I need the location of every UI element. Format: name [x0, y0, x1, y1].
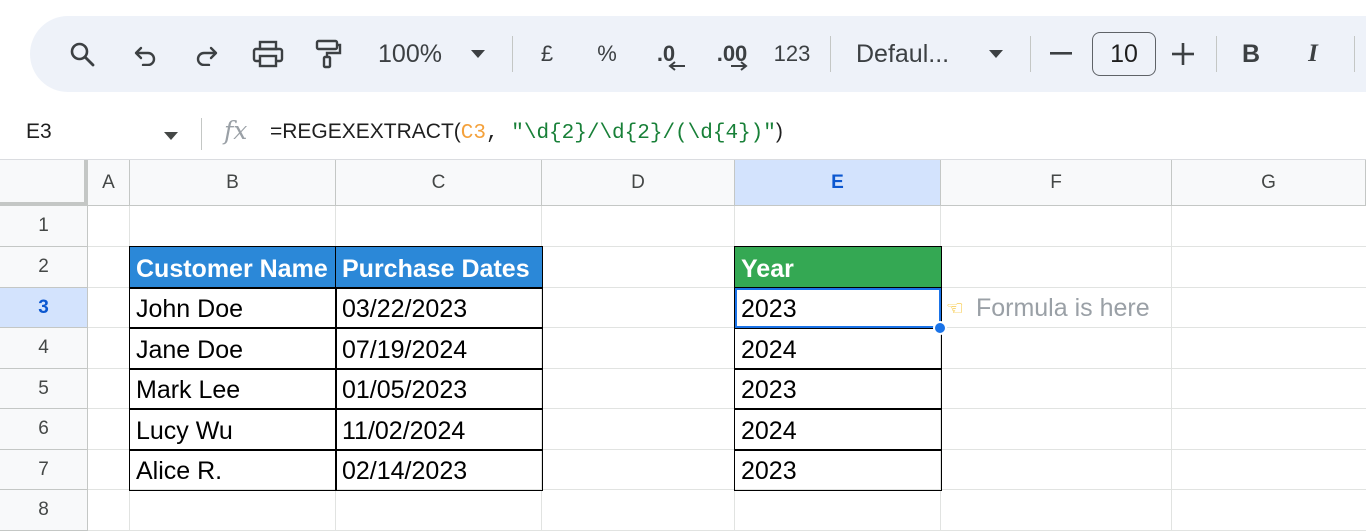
column-header-a[interactable]: A [88, 160, 130, 206]
undo-icon[interactable] [128, 16, 164, 92]
column-header-e[interactable]: E [735, 160, 941, 206]
italic-button[interactable]: I [1298, 16, 1328, 92]
decrease-decimal-button[interactable]: .0 [646, 16, 686, 92]
toolbar-divider [1216, 36, 1217, 72]
redo-icon[interactable] [188, 16, 224, 92]
name-box-dropdown-icon[interactable] [163, 128, 179, 146]
row-header-4[interactable]: 4 [0, 328, 88, 369]
increase-font-icon[interactable] [1168, 16, 1198, 92]
row-header-5[interactable]: 5 [0, 369, 88, 409]
annotation-note: ☜ Formula is here [946, 288, 1150, 328]
spreadsheet-grid: A B C D E F G 1 2 3 4 5 6 7 8 Customer N… [0, 160, 1366, 531]
dropdown-icon[interactable] [466, 16, 490, 92]
currency-label: £ [540, 41, 554, 66]
column-header-c[interactable]: C [336, 160, 542, 206]
toolbar-area: 100% £ % .0 .00 123 Defaul... 10 B I [0, 0, 1366, 106]
toolbar-divider [830, 36, 831, 72]
cell-c4[interactable]: 07/19/2024 [335, 327, 543, 370]
toolbar-divider [512, 36, 513, 72]
toolbar: 100% £ % .0 .00 123 Defaul... 10 B I [30, 16, 1366, 92]
cell-b7[interactable]: Alice R. [129, 449, 337, 491]
cell-b6[interactable]: Lucy Wu [129, 408, 337, 451]
number-format-button[interactable]: 123 [770, 16, 814, 92]
cell-b3[interactable]: John Doe [129, 287, 337, 329]
search-icon[interactable] [64, 16, 100, 92]
cell-e4[interactable]: 2024 [734, 327, 942, 370]
cell-b4[interactable]: Jane Doe [129, 327, 337, 370]
row-header-2[interactable]: 2 [0, 247, 88, 288]
row-header-7[interactable]: 7 [0, 450, 88, 490]
formula-separator: , [486, 122, 512, 145]
font-family-select[interactable]: Defaul... [856, 16, 966, 92]
cell-b5[interactable]: Mark Lee [129, 368, 337, 410]
arrow-left-icon [668, 61, 685, 71]
pointing-hand-icon: ☜ [946, 296, 964, 320]
column-header-d[interactable]: D [542, 160, 735, 206]
formula-input[interactable]: =REGEXEXTRACT(C3, "\d{2}/\d{2}/(\d{4})") [270, 120, 783, 145]
decrease-font-icon[interactable] [1046, 16, 1076, 92]
bold-button[interactable]: B [1236, 16, 1266, 92]
cell-b2[interactable]: Customer Name [129, 246, 337, 289]
name-box[interactable]: E3 [26, 120, 52, 144]
increase-decimal-button[interactable]: .00 [710, 16, 754, 92]
formula-pattern: "\d{2}/\d{2}/(\d{4})" [511, 122, 776, 145]
fill-handle[interactable] [933, 321, 947, 335]
fx-icon: fx [224, 116, 248, 145]
dropdown-icon[interactable] [984, 16, 1008, 92]
column-header-g[interactable]: G [1172, 160, 1366, 206]
font-family-value: Defaul... [856, 39, 950, 68]
percent-label: % [597, 41, 617, 66]
formula-close: ) [775, 120, 783, 143]
row-header-3[interactable]: 3 [0, 288, 88, 328]
cell-e6[interactable]: 2024 [734, 408, 942, 451]
formula-reference: C3 [460, 122, 487, 145]
arrow-right-icon [731, 61, 748, 71]
cell-c6[interactable]: 11/02/2024 [335, 408, 543, 451]
cell-e7[interactable]: 2023 [734, 449, 942, 491]
cell-c2[interactable]: Purchase Dates [335, 246, 543, 289]
toolbar-divider [1354, 36, 1355, 72]
column-header-f[interactable]: F [941, 160, 1172, 206]
bold-label: B [1241, 39, 1261, 68]
cell-e2[interactable]: Year [734, 246, 942, 289]
annotation-text: Formula is here [975, 293, 1150, 322]
zoom-select[interactable]: 100% [370, 16, 450, 92]
row-header-8[interactable]: 8 [0, 490, 88, 531]
column-header-b[interactable]: B [130, 160, 336, 206]
cell-e5[interactable]: 2023 [734, 368, 942, 410]
italic-label: I [1308, 40, 1318, 67]
row-header-6[interactable]: 6 [0, 409, 88, 450]
percent-button[interactable]: % [592, 16, 622, 92]
print-icon[interactable] [248, 16, 288, 92]
cell-c3[interactable]: 03/22/2023 [335, 287, 543, 329]
cell-c5[interactable]: 01/05/2023 [335, 368, 543, 410]
select-all-corner[interactable] [0, 160, 88, 206]
cell-e3[interactable]: 2023 [734, 287, 942, 329]
paint-format-icon[interactable] [310, 16, 346, 92]
formula-function: =REGEXEXTRACT( [270, 120, 461, 143]
currency-button[interactable]: £ [532, 16, 562, 92]
zoom-value: 100% [378, 39, 442, 68]
formula-bar: E3 fx =REGEXEXTRACT(C3, "\d{2}/\d{2}/(\d… [0, 106, 1366, 160]
font-size-input[interactable]: 10 [1092, 32, 1156, 76]
toolbar-divider [1030, 36, 1031, 72]
row-header-1[interactable]: 1 [0, 206, 88, 247]
cell-c7[interactable]: 02/14/2023 [335, 449, 543, 491]
number-format-label: 123 [773, 41, 811, 66]
formula-bar-divider [201, 118, 202, 150]
